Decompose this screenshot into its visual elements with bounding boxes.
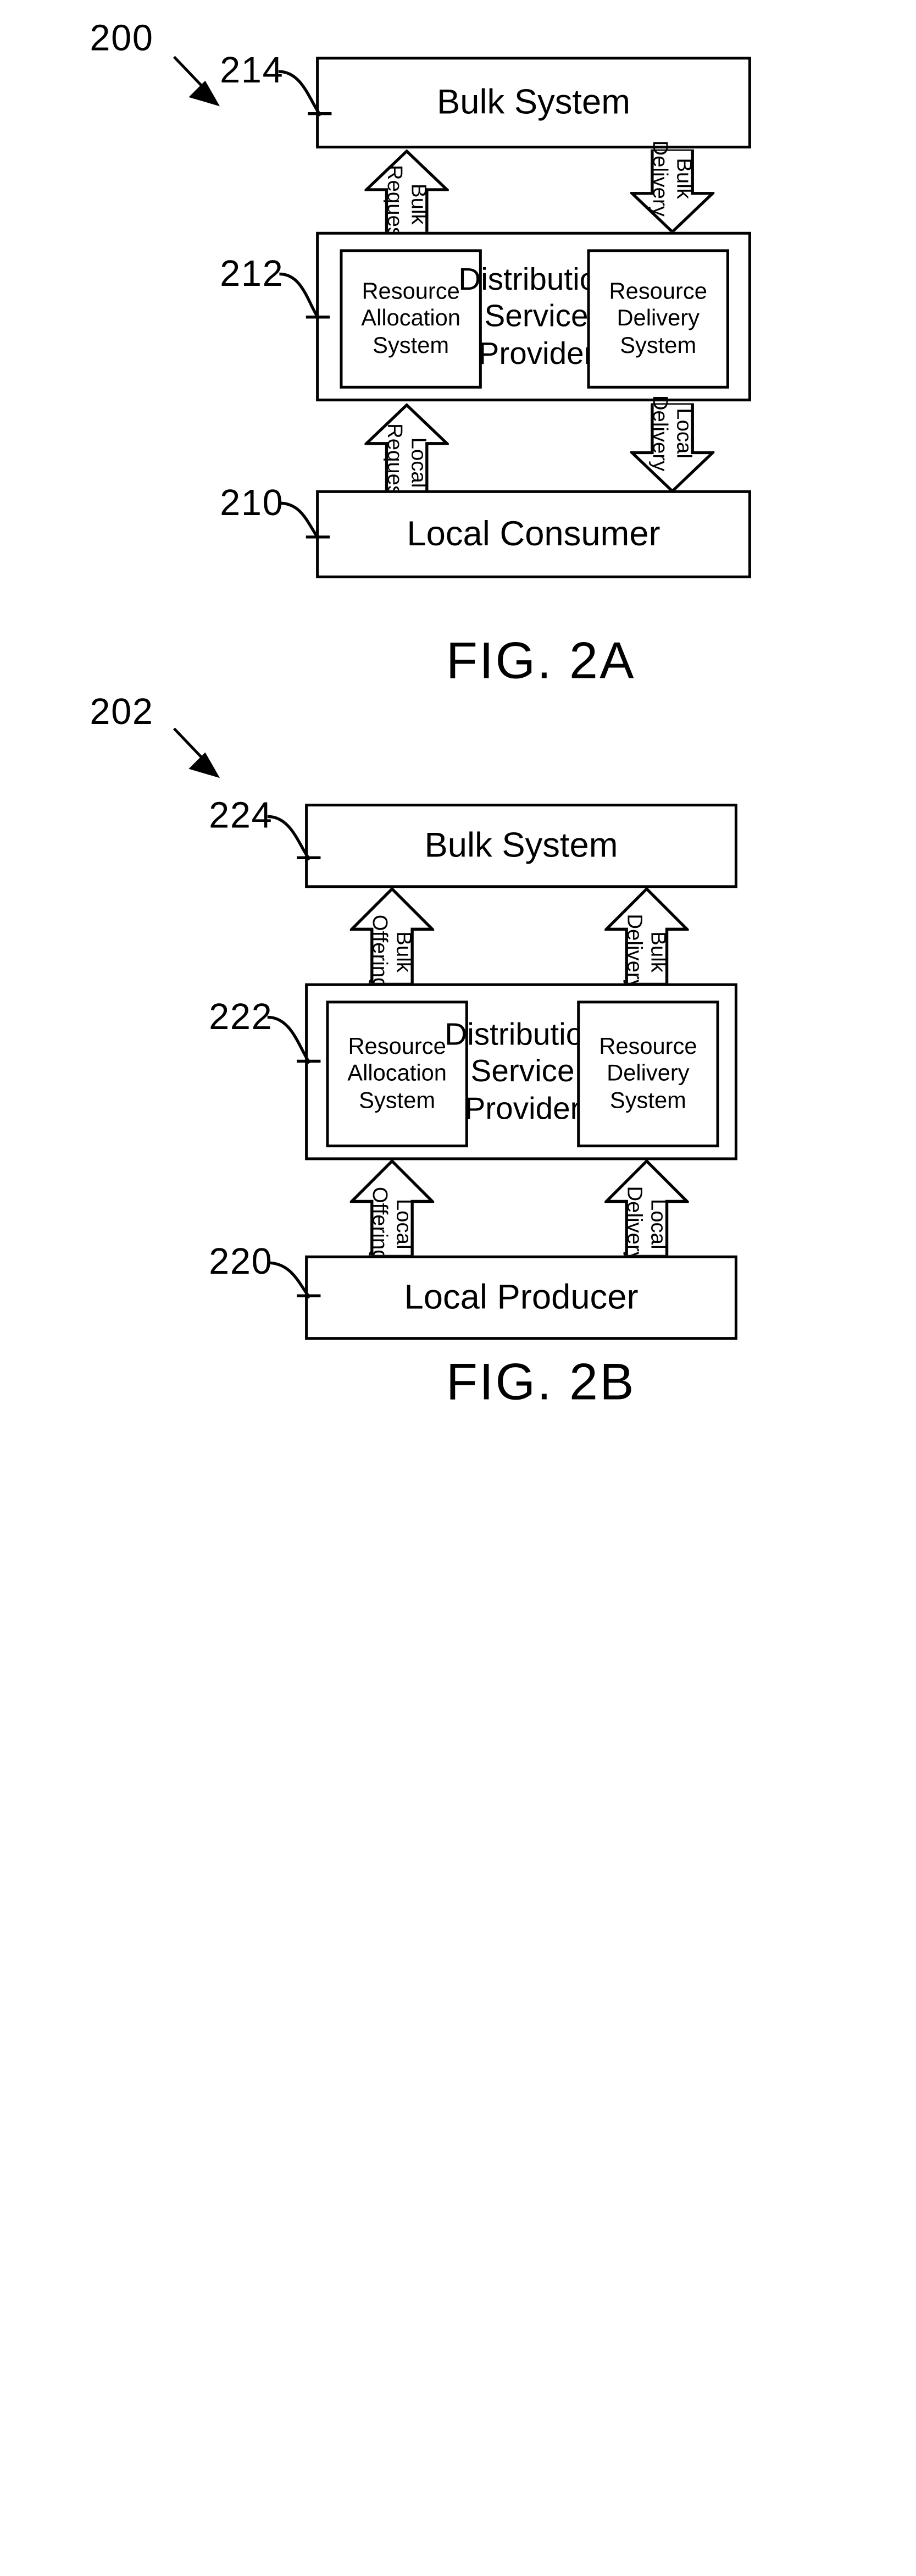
leader-line-222 [267,1015,311,1064]
flow-arrow-bulk-request: Bulk Request [364,149,449,244]
bulk-system-box-224[interactable]: Bulk System [305,803,737,888]
dsp-center-label-wrap-2b: Distribution Service Provider [445,986,601,1158]
leader-arrow-200 [173,56,220,107]
local-producer-label: Local Producer [404,1278,639,1317]
local-producer-box-220[interactable]: Local Producer [305,1255,737,1340]
ras-line3-2b: System [359,1087,436,1113]
ras-line1: Resource [362,278,460,305]
figure-caption-2a: FIG. 2A [446,631,636,689]
ras-line1-2b: Resource [348,1033,446,1059]
leader-line-212 [279,272,320,320]
rds-line1-2b: Resource [599,1033,697,1059]
bulk-system-box-214[interactable]: Bulk System [316,57,751,149]
dsp-line2-2b: Service [470,1054,575,1090]
ras-line2: Allocation [361,305,461,331]
reference-numeral-202: 202 [90,692,154,732]
flow-arrow-bulk-offering: Bulk Offering [349,887,435,990]
local-consumer-label: Local Consumer [407,515,660,554]
local-consumer-box-210[interactable]: Local Consumer [316,490,751,578]
leader-line-224 [267,815,311,861]
flow-arrow-local-offering: Local Offering [349,1159,435,1262]
rds-line3-2b: System [609,1087,686,1113]
reference-numeral-224: 224 [209,795,273,836]
bulk-system-label: Bulk System [437,82,631,122]
figure-caption-2b: FIG. 2B [446,1352,636,1411]
dsp-center-label-wrap: Distribution Service Provider [458,235,614,399]
leader-line-210 [279,501,320,540]
resource-allocation-system-label-2b: Resource Allocation System [347,1033,447,1115]
distribution-service-provider-box-212[interactable]: Resource Allocation System Distribution … [316,231,751,402]
resource-allocation-system-label: Resource Allocation System [361,278,460,360]
reference-numeral-210: 210 [220,483,284,523]
reference-numeral-212: 212 [220,253,284,295]
flow-arrow-local-request: Local Request [364,403,449,502]
ras-line2-2b: Allocation [347,1060,447,1086]
leader-line-220 [267,1261,311,1299]
rds-line2: Delivery [617,305,700,331]
resource-delivery-system-box[interactable]: Resource Delivery System [587,249,729,389]
flow-arrow-bulk-delivery-2b: Bulk Delivery [604,887,689,990]
leader-line-214 [278,70,322,117]
rds-line3: System [620,332,697,358]
dsp-line2: Service [484,299,589,334]
resource-delivery-system-label: Resource Delivery System [609,278,707,360]
resource-delivery-system-label-2b: Resource Delivery System [599,1033,697,1115]
dsp-line3-2b: Provider [464,1091,581,1126]
reference-numeral-200: 200 [90,18,154,59]
ras-line3: System [373,332,449,358]
flow-arrow-local-delivery-2b: Local Delivery [604,1159,689,1262]
flow-arrow-bulk-delivery: Bulk Delivery [630,141,715,234]
reference-numeral-220: 220 [209,1241,273,1283]
rds-line1: Resource [609,278,707,305]
dsp-line3: Provider [478,336,595,371]
flow-arrow-local-delivery: Local Delivery [630,395,715,493]
rds-line2-2b: Delivery [607,1060,690,1086]
resource-delivery-system-box-2b[interactable]: Resource Delivery System [577,1000,719,1148]
bulk-system-label-2b: Bulk System [424,826,618,865]
leader-arrow-202 [173,727,220,778]
distribution-service-provider-box-222[interactable]: Resource Allocation System Distribution … [305,983,737,1160]
reference-numeral-214: 214 [220,50,284,91]
reference-numeral-222: 222 [209,997,273,1038]
